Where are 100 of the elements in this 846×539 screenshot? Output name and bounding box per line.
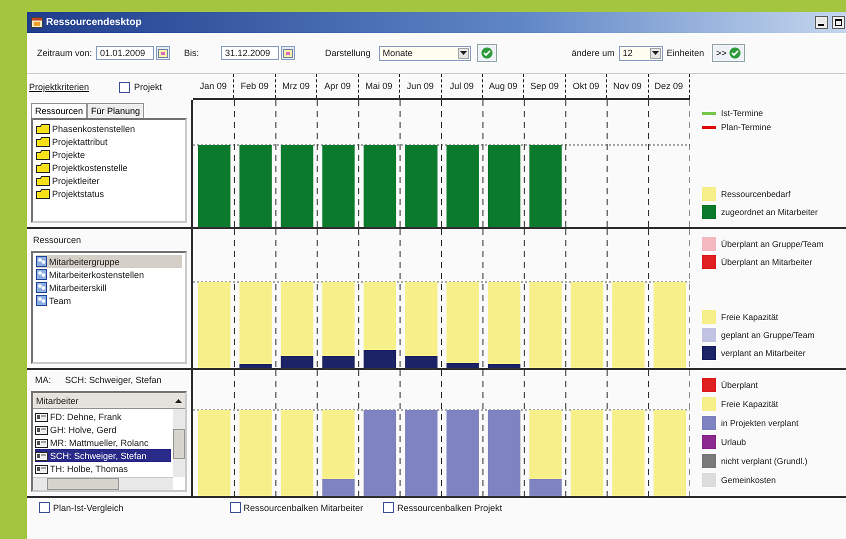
folder-icon: [36, 136, 50, 146]
list-item[interactable]: MR: Mattmueller, Rolanc: [35, 436, 171, 449]
list-item[interactable]: Mitarbeiterkostenstellen: [36, 268, 182, 281]
checkbox-label: Plan-Ist-Vergleich: [53, 502, 124, 512]
month-label: Dez 09: [654, 81, 684, 91]
id-card-icon: [35, 412, 48, 422]
id-card-icon: [35, 424, 48, 434]
date-field[interactable]: 31.12.2009: [221, 46, 280, 60]
calendar-icon: [158, 48, 168, 58]
view-dropdown[interactable]: Monate: [378, 46, 471, 60]
checkbox-label: Projekt: [134, 82, 162, 92]
apply-button[interactable]: [476, 44, 497, 62]
legend-label: Gemeinkosten: [721, 475, 776, 485]
legend-label: Plan-Termine: [721, 122, 772, 132]
month-label: Sep 09: [530, 81, 559, 91]
scrollbar[interactable]: [173, 409, 185, 477]
month-label: Apr 09: [324, 81, 351, 91]
units-dropdown[interactable]: 12: [618, 46, 663, 60]
month-label: Aug 09: [488, 81, 518, 91]
id-card-icon: [35, 450, 48, 460]
calendar-icon: [283, 48, 294, 58]
list-item[interactable]: Mitarbeiterskill: [36, 281, 182, 294]
field-label: Zeitraum von:: [37, 48, 92, 58]
people-icon: [36, 269, 47, 280]
window-title: Ressourcendesktop: [46, 17, 143, 28]
list-item[interactable]: Projektkostenstelle: [36, 161, 182, 174]
shift-button[interactable]: >>: [712, 44, 745, 62]
legend-label: Überplant an Mitarbeiter: [721, 257, 812, 267]
window-icon: [31, 17, 43, 28]
check-icon: [480, 47, 493, 59]
calendar-button[interactable]: [156, 46, 170, 60]
month-label: Mai 09: [365, 81, 392, 91]
folder-icon: [36, 150, 50, 160]
maximize-icon: [835, 19, 842, 26]
list-item[interactable]: GH: Holve, Gerd: [35, 423, 171, 436]
folder-icon: [36, 176, 50, 186]
field-label: Darstellung: [325, 48, 371, 58]
caret-icon: [652, 51, 659, 55]
legend-label: Überplant an Gruppe/Team: [721, 239, 824, 249]
legend-label: Freie Kapazität: [721, 312, 778, 322]
minimize-button[interactable]: [815, 16, 828, 29]
list-item[interactable]: Phasenkostenstellen: [36, 122, 182, 135]
month-label: Jul 09: [450, 81, 474, 91]
list-item[interactable]: Projektstatus: [36, 187, 182, 200]
caret-icon: [460, 51, 467, 55]
column-header[interactable]: Mitarbeiter: [33, 393, 185, 409]
list-item[interactable]: Mitarbeitergruppe: [36, 255, 182, 268]
checkbox[interactable]: [230, 502, 241, 513]
list-item[interactable]: FD: Dehne, Frank: [35, 410, 171, 423]
caret-icon: [175, 398, 182, 402]
legend-label: Ist-Termine: [721, 108, 764, 118]
scrollbar[interactable]: [33, 477, 173, 490]
list-item[interactable]: Team: [36, 294, 182, 307]
scrollbar-thumb[interactable]: [173, 429, 185, 459]
people-icon: [36, 295, 47, 306]
checkbox[interactable]: [383, 502, 394, 513]
legend-label: Freie Kapazität: [721, 399, 778, 409]
checkbox[interactable]: [39, 502, 50, 513]
month-label: Jan 09: [200, 81, 227, 91]
legend-label: zugeordnet an Mitarbeiter: [721, 207, 818, 217]
field-label: Einheiten: [666, 48, 704, 58]
scrollbar-thumb[interactable]: [47, 478, 119, 490]
month-label: Mrz 09: [282, 81, 310, 91]
section-label: Ressourcen: [32, 234, 82, 247]
check-icon: [728, 47, 741, 59]
checkbox[interactable]: [119, 82, 130, 92]
legend-label: Überplant: [721, 380, 758, 390]
people-icon: [36, 282, 47, 293]
people-icon: [36, 256, 47, 267]
month-label: Okt 09: [572, 81, 600, 91]
month-label: Jun 09: [406, 81, 434, 91]
legend-label: Ressourcenbedarf: [721, 189, 790, 199]
month-label: Feb 09: [240, 81, 269, 91]
checkbox-label: Ressourcenbalken Projekt: [397, 502, 502, 512]
checkbox-label: Ressourcenbalken Mitarbeiter: [244, 502, 364, 512]
date-field[interactable]: 01.01.2009: [96, 46, 154, 60]
legend-label: Urlaub: [721, 437, 746, 447]
field-label: Bis:: [184, 48, 200, 58]
id-card-icon: [35, 464, 48, 474]
field-label: ändere um: [572, 48, 615, 58]
folder-icon: [36, 124, 50, 134]
list-item[interactable]: TH: Holbe, Thomas: [35, 462, 171, 475]
field-label: MA:: [35, 375, 52, 385]
maximize-button[interactable]: [832, 16, 845, 29]
list-item[interactable]: SCH: Schweiger, Stefan: [35, 449, 171, 462]
section-label: Projektkriterien: [29, 82, 90, 92]
calendar-button[interactable]: [281, 46, 296, 60]
folder-icon: [36, 188, 50, 198]
employee-name: SCH: Schweiger, Stefan: [65, 375, 162, 385]
tab[interactable]: Ressourcen: [31, 103, 88, 118]
legend-label: verplant an Mitarbeiter: [721, 348, 806, 358]
list-item[interactable]: Projekte: [36, 148, 182, 161]
list-item[interactable]: Projektattribut: [36, 135, 182, 148]
legend-label: geplant an Gruppe/Team: [721, 330, 815, 340]
legend-label: nicht verplant (Grundl.): [721, 456, 808, 466]
tab[interactable]: Für Planung: [87, 103, 144, 118]
folder-icon: [36, 162, 50, 172]
legend-label: in Projekten verplant: [721, 418, 798, 428]
id-card-icon: [35, 438, 48, 448]
list-item[interactable]: Projektleiter: [36, 174, 182, 187]
